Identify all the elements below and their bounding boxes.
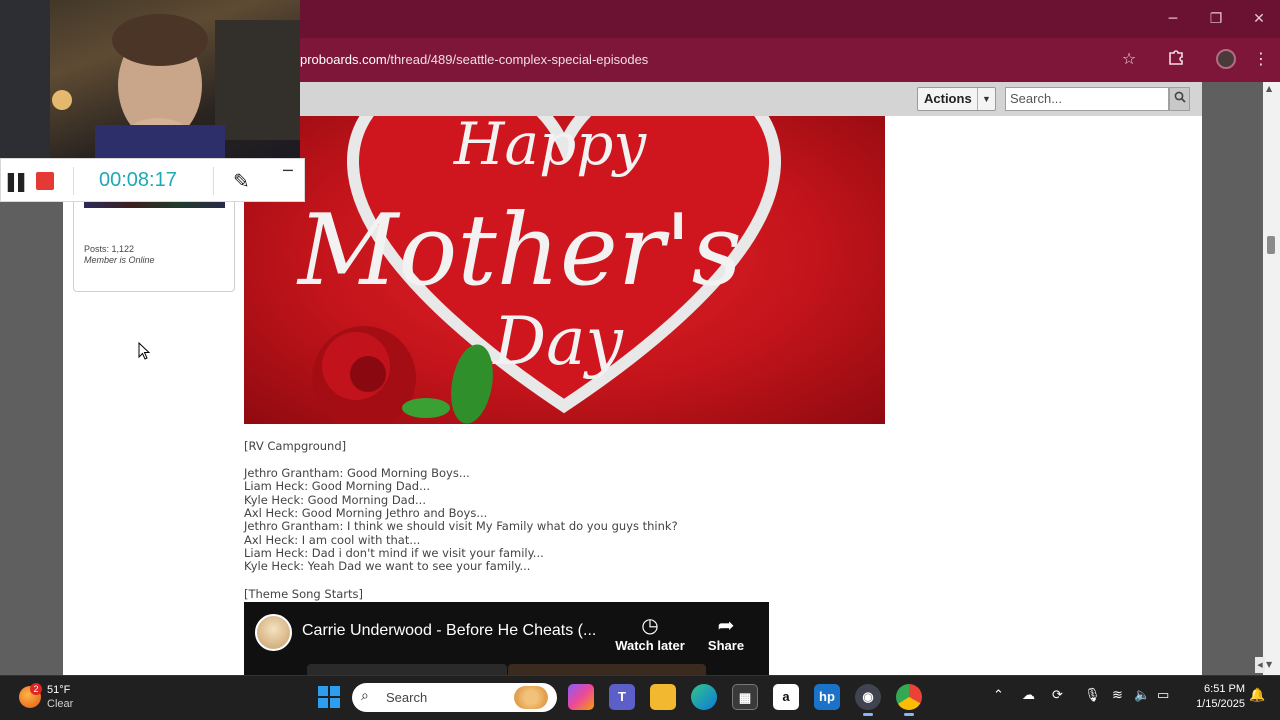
- hero-line-day: Day: [492, 303, 623, 380]
- channel-avatar[interactable]: [255, 614, 292, 651]
- search-icon[interactable]: [1169, 87, 1190, 111]
- dialogue-line: Axl Heck: I am cool with that...: [244, 532, 421, 547]
- recording-timer: 00:08:17: [99, 169, 177, 191]
- watch-later-label: Watch later: [615, 638, 685, 653]
- mouse-cursor-icon: [138, 342, 150, 360]
- scroll-up-icon[interactable]: ▲: [1266, 84, 1272, 93]
- active-app-indicator: [863, 713, 873, 716]
- recorder-minimize-button[interactable]: ─: [283, 161, 293, 180]
- share-button[interactable]: ➦ Share: [691, 614, 761, 653]
- system-clock[interactable]: 6:51 PM 1/15/2025: [1183, 682, 1245, 712]
- notification-bell-icon[interactable]: 🔔: [1249, 688, 1265, 703]
- webcam-overlay: [0, 0, 300, 158]
- post-count: Posts: 1,122: [84, 244, 135, 254]
- hero-line-mothers: Mother's: [296, 194, 742, 308]
- hero-line-happy: Happy: [453, 116, 647, 178]
- page-scrollbar[interactable]: ▲ ▼: [1263, 82, 1280, 675]
- theme-song-heading: [Theme Song Starts]: [244, 587, 363, 601]
- copilot-icon[interactable]: [568, 684, 594, 710]
- microphone-icon[interactable]: 🎙: [1084, 688, 1101, 703]
- active-app-indicator: [904, 713, 914, 716]
- maximize-window-button[interactable]: ❐: [1205, 8, 1227, 30]
- toolbar-divider: [73, 167, 74, 195]
- sync-icon[interactable]: ⟳: [1052, 688, 1063, 703]
- onedrive-icon[interactable]: ☁: [1022, 688, 1035, 703]
- video-thumbnail[interactable]: [508, 664, 706, 675]
- actions-dropdown[interactable]: Actions ▼: [917, 87, 996, 111]
- weather-widget[interactable]: 51°F Clear: [47, 683, 73, 711]
- puzzle-icon[interactable]: [1165, 48, 1187, 70]
- weather-badge: 2: [30, 683, 42, 695]
- forum-search-input[interactable]: Search...: [1005, 87, 1169, 111]
- chevron-up-icon[interactable]: ⌃: [993, 688, 1004, 703]
- wifi-icon[interactable]: ≋: [1112, 688, 1123, 703]
- pause-icon[interactable]: ▌▌: [8, 173, 31, 192]
- taskbar-search-label: Search: [386, 690, 428, 705]
- speaker-icon[interactable]: 🔈: [1134, 688, 1150, 703]
- dialogue-line: Jethro Grantham: Good Morning Boys...: [244, 466, 470, 480]
- online-status: Member is Online: [84, 255, 155, 265]
- screen-recorder-toolbar: ▌▌ 00:08:17 ✎ ─: [0, 158, 305, 202]
- video-thumbnail[interactable]: [307, 664, 507, 675]
- amazon-icon[interactable]: a: [773, 684, 799, 710]
- url-host: proboards.com: [300, 52, 387, 67]
- pen-icon[interactable]: ✎: [233, 169, 250, 193]
- share-arrow-icon: ➦: [717, 615, 735, 637]
- clock-icon: ◷: [641, 615, 659, 637]
- temperature: 51°F: [47, 684, 71, 696]
- battery-icon[interactable]: ▭: [1157, 688, 1169, 703]
- inner-scroll-arrow[interactable]: ◀: [1255, 657, 1265, 673]
- watch-later-button[interactable]: ◷ Watch later: [615, 614, 685, 653]
- clock-date: 1/15/2025: [1196, 698, 1245, 710]
- address-bar-url[interactable]: proboards.com/thread/489/seattle-complex…: [300, 52, 648, 67]
- minimize-window-button[interactable]: ─: [1162, 8, 1184, 30]
- kebab-icon[interactable]: ⋮: [1250, 48, 1272, 70]
- actions-label: Actions: [924, 91, 972, 106]
- dialogue-line: Axl Heck: Good Morning Jethro and Boys..…: [244, 505, 488, 520]
- user-stats: Posts: 1,122 Member is Online: [84, 244, 155, 266]
- search-highlight-icon: [514, 686, 548, 709]
- taskbar-search[interactable]: ⌕ Search: [352, 683, 557, 712]
- windows-start-icon[interactable]: [318, 686, 340, 708]
- dialogue-line: Kyle Heck: Yeah Dad we want to see your …: [244, 559, 531, 574]
- stop-record-button[interactable]: [36, 172, 54, 190]
- toolbar-divider: [213, 167, 214, 195]
- user-avatar-image: [84, 201, 225, 208]
- edge-icon[interactable]: [691, 684, 717, 710]
- store-icon[interactable]: ▦: [732, 684, 758, 710]
- chevron-down-icon: ▼: [977, 88, 995, 110]
- share-label: Share: [707, 638, 745, 653]
- video-title[interactable]: Carrie Underwood - Before He Cheats (...: [302, 622, 596, 640]
- scroll-down-icon[interactable]: ▼: [1266, 660, 1272, 669]
- search-icon: ⌕: [361, 688, 369, 704]
- mothers-day-image: Happy Mother's Day: [244, 116, 885, 424]
- obs-recorder-icon[interactable]: ◉: [855, 684, 881, 710]
- dialogue-line: Jethro Grantham: I think we should visit…: [244, 519, 678, 534]
- dialogue-line: Liam Heck: Good Morning Dad...: [244, 479, 431, 494]
- dialogue-line: Liam Heck: Dad i don't mind if we visit …: [244, 545, 544, 560]
- star-icon[interactable]: ☆: [1118, 48, 1140, 70]
- scroll-thumb[interactable]: [1267, 236, 1275, 254]
- scene-heading: [RV Campground]: [244, 439, 347, 453]
- profile-avatar[interactable]: [1216, 49, 1236, 69]
- weather-condition: Clear: [47, 698, 74, 710]
- teams-icon[interactable]: T: [609, 684, 635, 710]
- youtube-embed[interactable]: Carrie Underwood - Before He Cheats (...…: [244, 602, 769, 675]
- url-path: /thread/489/seattle-complex-special-epis…: [386, 52, 649, 67]
- close-window-button[interactable]: ✕: [1248, 8, 1270, 30]
- file-explorer-icon[interactable]: [650, 684, 676, 710]
- dialogue-line: Kyle Heck: Good Morning Dad...: [244, 492, 426, 507]
- myhp-icon[interactable]: hp: [814, 684, 840, 710]
- chrome-icon[interactable]: [896, 684, 922, 710]
- clock-time: 6:51 PM: [1204, 683, 1245, 695]
